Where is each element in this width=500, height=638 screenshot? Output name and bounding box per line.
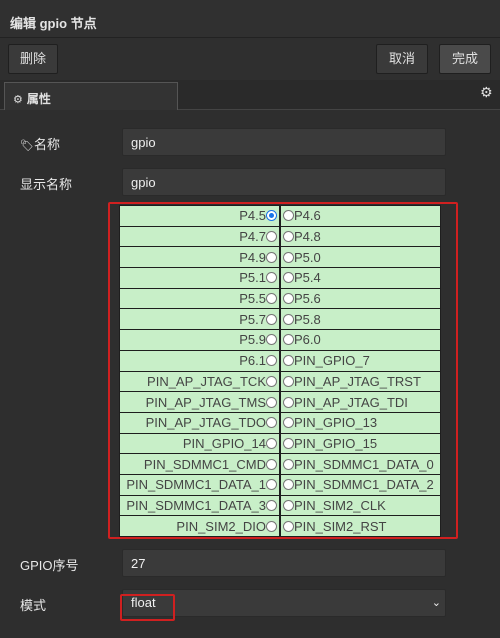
cancel-button[interactable]: 取消 [376,44,428,74]
gpio-seq-input[interactable] [122,549,446,577]
mode-select[interactable]: float ⌄ [122,589,446,617]
mode-value: float [131,595,156,610]
name-input[interactable] [122,128,446,156]
gear-icon: ⚙ [13,94,23,106]
dialog-titlebar: 编辑 gpio 节点 [0,0,500,38]
mode-label: 模式 [20,598,47,613]
done-button[interactable]: 完成 [439,44,491,74]
dialog-toolbar: 删除 取消 完成 [0,38,500,80]
display-name-label: 显示名称 [20,177,73,192]
name-label: 🏷名称 [20,137,60,152]
pin-highlight-box [108,202,458,539]
settings-gear-icon[interactable]: ⚙ [480,84,493,101]
tab-bar: ⚙ 属性 [0,80,500,110]
gpio-seq-label: GPIO序号 [20,558,79,573]
dialog-title: 编辑 gpio 节点 [10,16,97,31]
tag-icon: 🏷 [20,140,34,152]
tab-label: 属性 [26,92,51,106]
chevron-down-icon: ⌄ [431,597,441,609]
delete-button[interactable]: 删除 [8,44,58,74]
tab-properties[interactable]: ⚙ 属性 [4,82,178,110]
display-name-input[interactable] [122,168,446,196]
